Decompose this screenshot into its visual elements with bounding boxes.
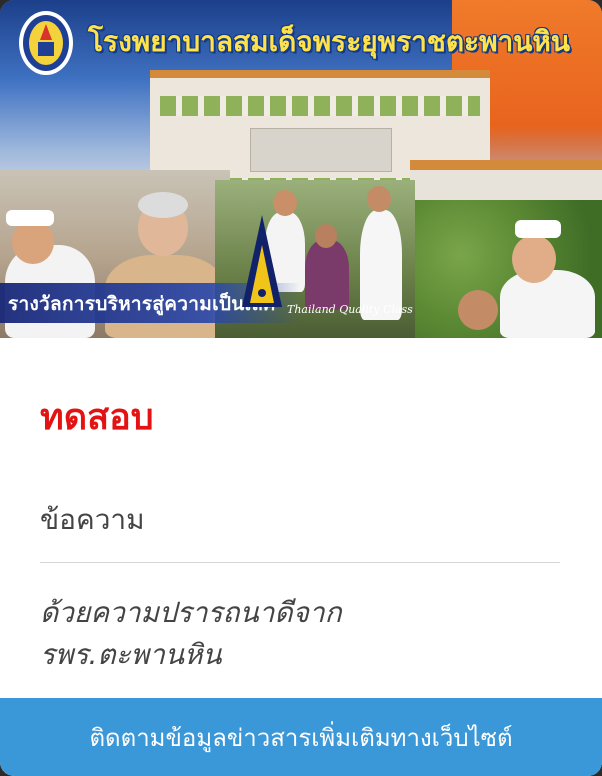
message-content: ทดสอบ ข้อความ ด้วยความปรารถนาดีจาก รพร.ต… <box>0 338 602 698</box>
signature: ด้วยความปรารถนาดีจาก รพร.ตะพานหิน <box>40 592 560 676</box>
website-link-button[interactable]: ติดตามข้อมูลข่าวสารเพิ่มเติมทางเว็บไซต์ <box>0 698 602 776</box>
message-body: ข้อความ <box>40 503 145 536</box>
staff-head-2 <box>367 186 391 212</box>
message-title: ทดสอบ <box>40 397 154 438</box>
hospital-name: โรงพยาบาลสมเด็จพระยุพราชตะพานหิน <box>88 25 571 58</box>
message-card: รางวัลการบริหารสู่ความเป็นเลิศ Thailand … <box>0 0 602 776</box>
signature-line-1: ด้วยความปรารถนาดีจาก <box>40 596 342 629</box>
thailand-quality-class-logo <box>242 215 282 307</box>
patient-hair <box>138 192 188 218</box>
child-head <box>458 290 498 330</box>
right-nurse-cap <box>515 220 561 238</box>
divider <box>40 562 560 563</box>
hospital-seal-icon <box>19 11 73 75</box>
nurse-head <box>12 220 54 264</box>
patient-head-2 <box>315 224 337 248</box>
right-nurse-figure <box>500 270 595 338</box>
signature-line-2: รพร.ตะพานหิน <box>40 638 222 671</box>
building-signboard <box>250 128 392 172</box>
staff-head-1 <box>273 190 297 216</box>
right-nurse-head <box>512 235 556 283</box>
building-windows-upper <box>160 96 480 116</box>
quality-class-text: Thailand Quality Class <box>287 303 413 316</box>
award-text: รางวัลการบริหารสู่ความเป็นเลิศ <box>8 293 276 315</box>
nurse-cap <box>6 210 54 226</box>
patient-figure-2 <box>305 240 349 310</box>
hospital-banner-image: รางวัลการบริหารสู่ความเป็นเลิศ Thailand … <box>0 0 602 338</box>
